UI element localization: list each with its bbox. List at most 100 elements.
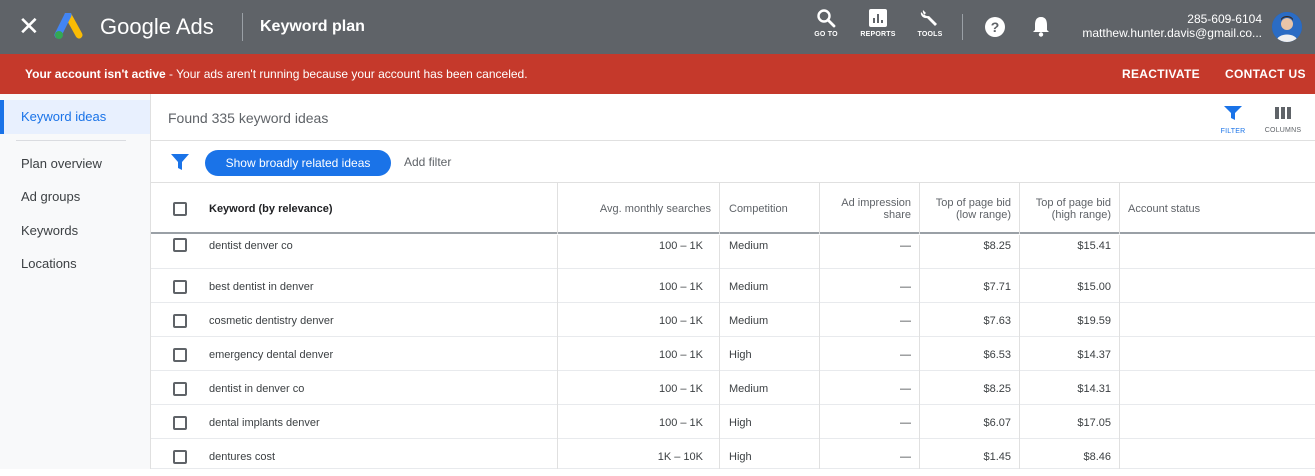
bid-low-cell: $6.53 <box>983 349 1011 361</box>
header-avg-monthly-searches[interactable]: Avg. monthly searches <box>561 183 711 234</box>
bid-low-cell: $1.45 <box>983 451 1011 463</box>
reactivate-button[interactable]: REACTIVATE <box>1122 67 1200 81</box>
keyword-cell: dentist denver co <box>209 240 293 252</box>
banner-message: Your account isn't active - Your ads are… <box>25 67 528 81</box>
avatar[interactable] <box>1272 12 1302 42</box>
header-keyword[interactable]: Keyword (by relevance) <box>209 183 549 234</box>
row-checkbox[interactable] <box>173 238 187 252</box>
close-icon[interactable]: ✕ <box>18 13 42 39</box>
select-all-checkbox[interactable] <box>173 202 187 216</box>
bid-low-cell: $8.25 <box>983 383 1011 395</box>
row-checkbox[interactable] <box>173 280 187 294</box>
page-title: Keyword plan <box>260 18 365 35</box>
tools-label: TOOLS <box>917 31 943 38</box>
table-row[interactable]: best dentist in denver 100 – 1K Medium —… <box>151 269 1315 303</box>
bid-high-cell: $8.46 <box>1083 451 1111 463</box>
searches-cell: 100 – 1K <box>658 349 703 361</box>
column-divider <box>557 183 558 234</box>
impression-cell: — <box>900 281 911 293</box>
keyword-cell: cosmetic dentistry denver <box>209 315 334 327</box>
table-row[interactable]: cosmetic dentistry denver 100 – 1K Mediu… <box>151 303 1315 337</box>
columns-icon <box>1275 107 1291 119</box>
keyword-cell: dentures cost <box>209 451 276 463</box>
column-divider <box>719 183 720 234</box>
keyword-cell: dentist in denver co <box>209 383 305 395</box>
bid-high-cell: $17.05 <box>1077 417 1111 429</box>
account-phone[interactable]: 285-609-6104 <box>1187 12 1262 26</box>
found-count: Found 335 keyword ideas <box>168 110 329 126</box>
sidebar-item-keywords[interactable]: Keywords <box>0 214 150 248</box>
add-filter-button[interactable]: Add filter <box>404 155 451 169</box>
row-checkbox[interactable] <box>173 348 187 362</box>
header-account-status[interactable]: Account status <box>1128 183 1308 234</box>
bid-low-cell: $7.71 <box>983 281 1011 293</box>
header-ad-impression-share[interactable]: Ad impression share <box>825 183 911 234</box>
searches-cell: 100 – 1K <box>658 240 703 252</box>
header-divider <box>962 14 963 40</box>
row-checkbox[interactable] <box>173 314 187 328</box>
goto-button[interactable]: GO TO <box>801 8 851 48</box>
impression-cell: — <box>900 451 911 463</box>
sidebar-item-keyword-ideas[interactable]: Keyword ideas <box>0 100 150 134</box>
tools-button[interactable]: TOOLS <box>905 8 955 48</box>
table-row[interactable]: dentist denver co 100 – 1K Medium — $8.2… <box>151 235 1315 269</box>
impression-cell: — <box>900 240 911 252</box>
account-inactive-banner: Your account isn't active - Your ads are… <box>0 54 1315 94</box>
account-email[interactable]: matthew.hunter.davis@gmail.co... <box>1070 26 1262 40</box>
sidebar-item-locations[interactable]: Locations <box>0 247 150 281</box>
searches-cell: 100 – 1K <box>658 383 703 395</box>
wrench-icon <box>920 10 937 26</box>
bid-high-cell: $15.41 <box>1077 240 1111 252</box>
table-row[interactable]: dental implants denver 100 – 1K High — $… <box>151 405 1315 439</box>
header-bid-high[interactable]: Top of page bid (high range) <box>1035 183 1111 234</box>
bid-high-cell: $15.00 <box>1077 281 1111 293</box>
searches-cell: 1K – 10K <box>657 451 703 463</box>
bid-low-cell: $6.07 <box>983 417 1011 429</box>
filter-label: FILTER <box>1220 128 1246 135</box>
table-row[interactable]: emergency dental denver 100 – 1K High — … <box>151 337 1315 371</box>
column-divider <box>819 235 820 469</box>
header-bid-low[interactable]: Top of page bid (low range) <box>935 183 1011 234</box>
column-divider <box>1119 183 1120 234</box>
row-checkbox[interactable] <box>173 416 187 430</box>
competition-cell: High <box>729 451 752 463</box>
keyword-cell: best dentist in denver <box>209 281 314 293</box>
help-icon[interactable]: ? <box>984 16 1006 38</box>
column-divider <box>1019 235 1020 469</box>
filter-icon[interactable] <box>171 154 189 170</box>
bell-icon[interactable] <box>1031 15 1051 37</box>
keyword-cell: emergency dental denver <box>209 349 334 361</box>
header-competition[interactable]: Competition <box>729 183 819 234</box>
sidebar-item-plan-overview[interactable]: Plan overview <box>0 147 150 181</box>
divider <box>151 140 1315 141</box>
contact-us-button[interactable]: CONTACT US <box>1225 67 1306 81</box>
sidebar-item-ad-groups[interactable]: Ad groups <box>0 180 150 214</box>
row-checkbox[interactable] <box>173 382 187 396</box>
impression-cell: — <box>900 383 911 395</box>
searches-cell: 100 – 1K <box>658 281 703 293</box>
competition-cell: High <box>729 349 752 361</box>
impression-cell: — <box>900 315 911 327</box>
sidebar-divider <box>16 140 126 141</box>
brand-name: Google Ads <box>100 14 214 39</box>
filter-button[interactable]: FILTER <box>1211 106 1255 135</box>
show-broadly-related-ideas-chip[interactable]: Show broadly related ideas <box>205 150 391 176</box>
column-divider <box>919 183 920 234</box>
searches-cell: 100 – 1K <box>658 315 703 327</box>
sidebar: Keyword ideas Plan overview Ad groups Ke… <box>0 94 151 469</box>
reports-button[interactable]: REPORTS <box>853 8 903 48</box>
competition-cell: High <box>729 417 752 429</box>
bid-low-cell: $7.63 <box>983 315 1011 327</box>
user-photo-icon <box>1272 12 1302 42</box>
top-bar: ✕ Google Ads Keyword plan GO TO REPORTS … <box>0 0 1315 54</box>
bid-high-cell: $14.31 <box>1077 383 1111 395</box>
row-checkbox[interactable] <box>173 450 187 464</box>
column-divider <box>1119 235 1120 469</box>
column-divider <box>1019 183 1020 234</box>
header-divider <box>242 13 243 41</box>
filter-icon <box>1224 106 1242 120</box>
table-row[interactable]: dentist in denver co 100 – 1K Medium — $… <box>151 371 1315 405</box>
searches-cell: 100 – 1K <box>658 417 703 429</box>
columns-button[interactable]: COLUMNS <box>1261 106 1305 134</box>
table-row[interactable]: dentures cost 1K – 10K High — $1.45 $8.4… <box>151 439 1315 469</box>
